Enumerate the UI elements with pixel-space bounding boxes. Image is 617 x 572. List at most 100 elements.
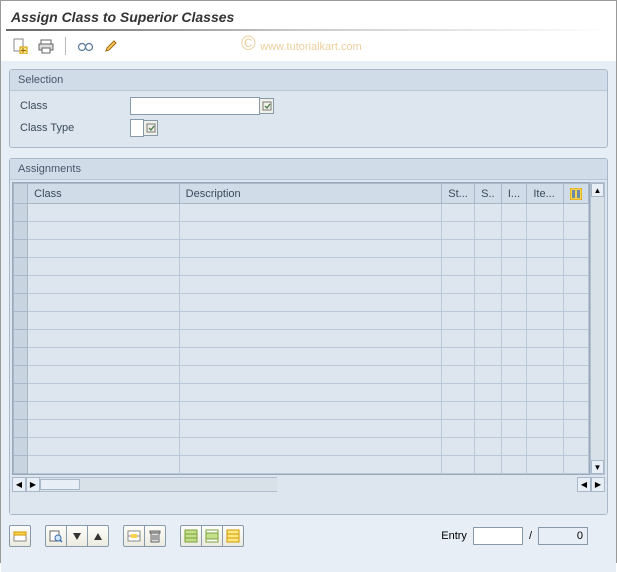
column-header-item[interactable]: Ite... — [527, 184, 563, 204]
cell-description[interactable] — [179, 420, 442, 438]
cell-description[interactable] — [179, 366, 442, 384]
cell-s[interactable] — [475, 222, 502, 240]
cell-s[interactable] — [475, 384, 502, 402]
cell-description[interactable] — [179, 312, 442, 330]
cell-i[interactable] — [501, 312, 526, 330]
table-row[interactable] — [14, 348, 589, 366]
vertical-scrollbar[interactable]: ▲ ▼ — [590, 182, 605, 475]
class-search-help[interactable] — [260, 98, 274, 114]
class-type-search-help[interactable] — [144, 120, 158, 136]
table-row[interactable] — [14, 330, 589, 348]
table-row[interactable] — [14, 402, 589, 420]
cell-status[interactable] — [442, 348, 475, 366]
cell-description[interactable] — [179, 384, 442, 402]
cell-i[interactable] — [501, 294, 526, 312]
table-row[interactable] — [14, 222, 589, 240]
table-row[interactable] — [14, 456, 589, 474]
cell-description[interactable] — [179, 330, 442, 348]
cell-i[interactable] — [501, 330, 526, 348]
cell-s[interactable] — [475, 456, 502, 474]
cell-status[interactable] — [442, 366, 475, 384]
cell-status[interactable] — [442, 438, 475, 456]
cell-status[interactable] — [442, 456, 475, 474]
scroll-right-button-2[interactable]: ▶ — [591, 477, 605, 492]
cell-i[interactable] — [501, 456, 526, 474]
cell-i[interactable] — [501, 402, 526, 420]
cell-s[interactable] — [475, 276, 502, 294]
cell-item[interactable] — [527, 384, 563, 402]
cell-s[interactable] — [475, 348, 502, 366]
cell-s[interactable] — [475, 204, 502, 222]
cell-class[interactable] — [28, 402, 180, 420]
scroll-left-button-2[interactable]: ◀ — [577, 477, 591, 492]
cell-class[interactable] — [28, 348, 180, 366]
cell-status[interactable] — [442, 330, 475, 348]
hscroll-track-1[interactable] — [40, 477, 277, 492]
cell-s[interactable] — [475, 240, 502, 258]
table-row[interactable] — [14, 240, 589, 258]
cell-description[interactable] — [179, 402, 442, 420]
cell-s[interactable] — [475, 420, 502, 438]
delete-row-button[interactable] — [144, 525, 166, 547]
table-row[interactable] — [14, 258, 589, 276]
row-selector[interactable] — [14, 276, 28, 294]
cell-i[interactable] — [501, 438, 526, 456]
cell-description[interactable] — [179, 276, 442, 294]
cell-status[interactable] — [442, 312, 475, 330]
cell-s[interactable] — [475, 366, 502, 384]
table-config-button[interactable] — [563, 184, 588, 204]
column-header-class[interactable]: Class — [28, 184, 180, 204]
row-selector[interactable] — [14, 420, 28, 438]
cell-item[interactable] — [527, 438, 563, 456]
cell-item[interactable] — [527, 330, 563, 348]
deselect-all-button[interactable] — [222, 525, 244, 547]
select-all-header[interactable] — [14, 184, 28, 204]
cell-s[interactable] — [475, 258, 502, 276]
cell-class[interactable] — [28, 420, 180, 438]
cell-item[interactable] — [527, 366, 563, 384]
cell-i[interactable] — [501, 240, 526, 258]
find-button[interactable] — [45, 525, 67, 547]
cell-class[interactable] — [28, 240, 180, 258]
cell-i[interactable] — [501, 276, 526, 294]
cell-class[interactable] — [28, 438, 180, 456]
table-row[interactable] — [14, 384, 589, 402]
table-row[interactable] — [14, 366, 589, 384]
cell-description[interactable] — [179, 240, 442, 258]
table-row[interactable] — [14, 438, 589, 456]
class-type-input[interactable] — [130, 119, 144, 137]
cell-item[interactable] — [527, 222, 563, 240]
class-input[interactable] — [130, 97, 260, 115]
scroll-up-button[interactable]: ▲ — [591, 183, 604, 197]
cell-status[interactable] — [442, 384, 475, 402]
cell-description[interactable] — [179, 348, 442, 366]
cell-class[interactable] — [28, 330, 180, 348]
new-entries-button[interactable] — [9, 525, 31, 547]
cell-item[interactable] — [527, 240, 563, 258]
cell-description[interactable] — [179, 222, 442, 240]
cell-status[interactable] — [442, 420, 475, 438]
row-selector[interactable] — [14, 240, 28, 258]
table-row[interactable] — [14, 420, 589, 438]
row-selector[interactable] — [14, 366, 28, 384]
cell-status[interactable] — [442, 204, 475, 222]
row-selector[interactable] — [14, 384, 28, 402]
other-class-button[interactable] — [11, 37, 29, 55]
table-row[interactable] — [14, 276, 589, 294]
cell-class[interactable] — [28, 258, 180, 276]
cell-item[interactable] — [527, 204, 563, 222]
table-row[interactable] — [14, 312, 589, 330]
sort-descending-button[interactable] — [66, 525, 88, 547]
row-selector[interactable] — [14, 402, 28, 420]
cell-class[interactable] — [28, 294, 180, 312]
cell-status[interactable] — [442, 240, 475, 258]
cell-i[interactable] — [501, 366, 526, 384]
cell-item[interactable] — [527, 420, 563, 438]
row-selector[interactable] — [14, 222, 28, 240]
table-row[interactable] — [14, 294, 589, 312]
select-all-button[interactable] — [180, 525, 202, 547]
cell-item[interactable] — [527, 348, 563, 366]
row-selector[interactable] — [14, 204, 28, 222]
column-header-description[interactable]: Description — [179, 184, 442, 204]
cell-item[interactable] — [527, 402, 563, 420]
